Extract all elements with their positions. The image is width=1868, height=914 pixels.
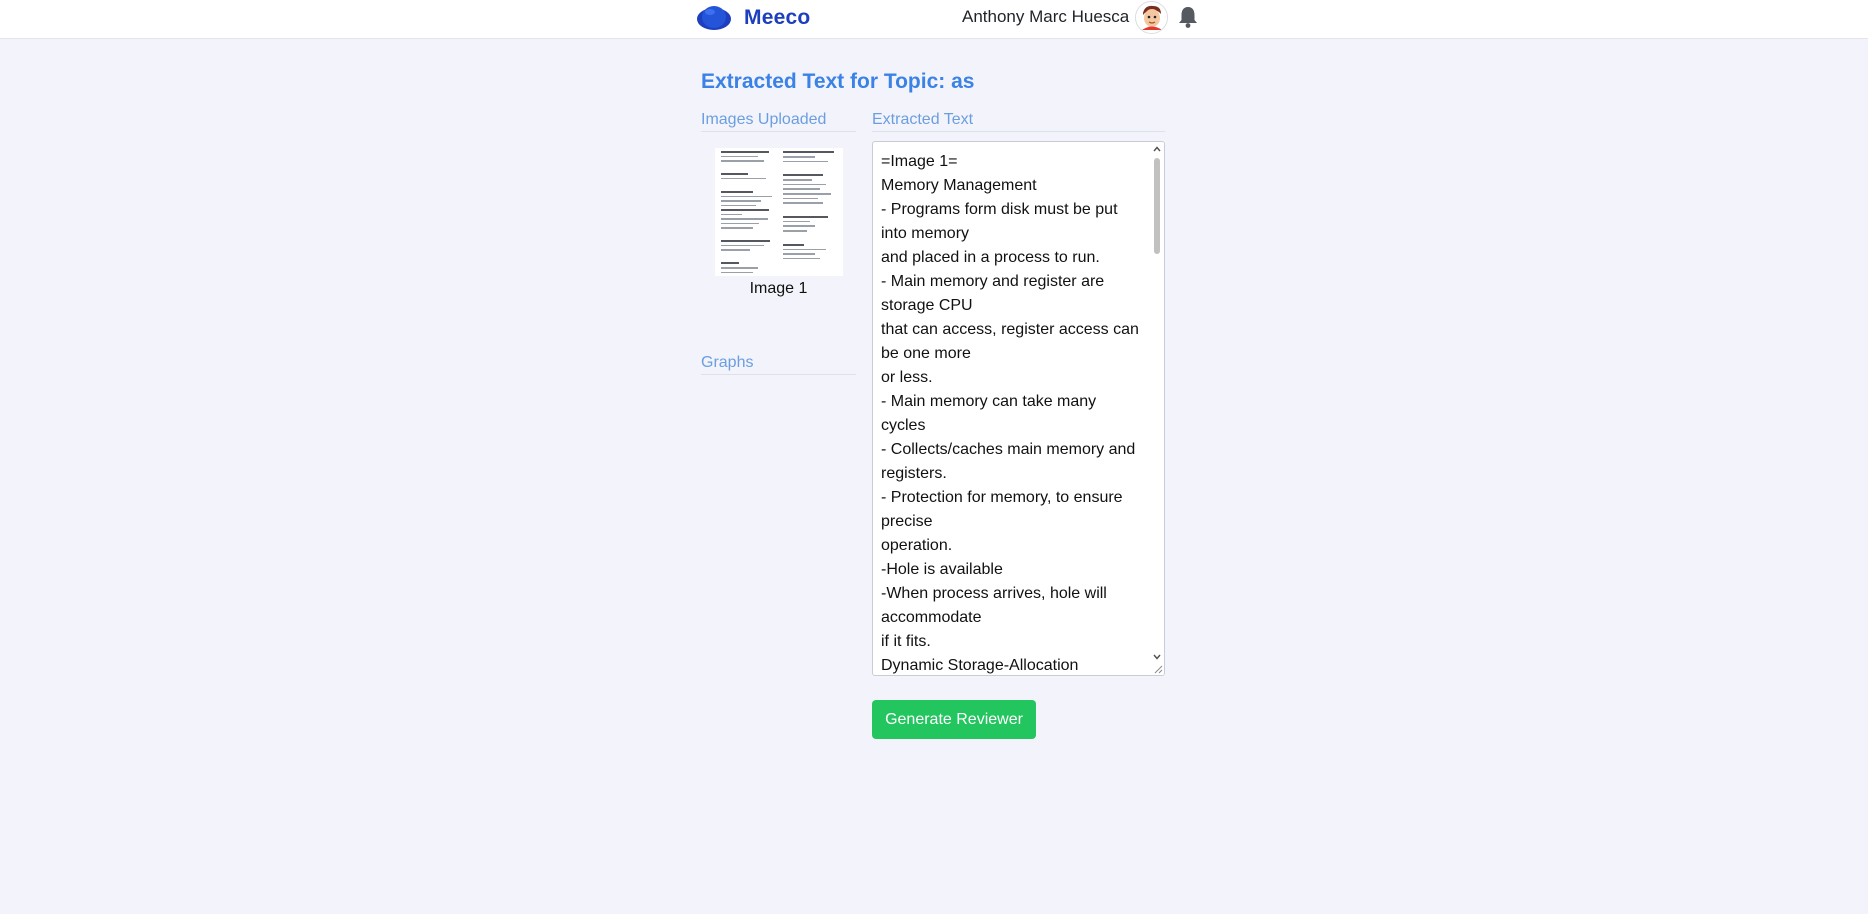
images-uploaded-heading: Images Uploaded bbox=[701, 110, 856, 132]
avatar[interactable] bbox=[1135, 0, 1169, 34]
scroll-thumb[interactable] bbox=[1154, 158, 1160, 254]
resize-grip-icon[interactable] bbox=[1151, 662, 1163, 674]
text-area-scrollbar[interactable] bbox=[1150, 142, 1164, 675]
page-title: Extracted Text for Topic: as bbox=[701, 70, 975, 93]
top-navbar: Meeco Anthony Marc Huesca bbox=[0, 0, 1868, 39]
extracted-text-heading: Extracted Text bbox=[872, 110, 1165, 132]
left-column: Images Uploaded Image 1 Graphs bbox=[701, 110, 856, 375]
image-thumbnail[interactable] bbox=[714, 148, 843, 276]
image-thumbnail-card[interactable]: Image 1 bbox=[701, 148, 856, 298]
user-menu: Anthony Marc Huesca bbox=[962, 0, 1199, 34]
brand-name: Meeco bbox=[744, 6, 811, 29]
image-caption: Image 1 bbox=[749, 280, 808, 297]
user-name[interactable]: Anthony Marc Huesca bbox=[962, 7, 1129, 27]
brand-logo[interactable]: Meeco bbox=[696, 0, 810, 36]
scroll-up-arrow-icon[interactable] bbox=[1153, 145, 1161, 153]
extracted-text-area[interactable]: =Image 1= Memory Management - Programs f… bbox=[872, 141, 1165, 676]
helmet-logo-icon bbox=[697, 6, 731, 30]
extracted-text-content[interactable]: =Image 1= Memory Management - Programs f… bbox=[881, 150, 1141, 675]
generate-reviewer-button[interactable]: Generate Reviewer bbox=[872, 700, 1036, 739]
right-column: Extracted Text =Image 1= Memory Manageme… bbox=[872, 110, 1165, 676]
scroll-down-arrow-icon[interactable] bbox=[1153, 653, 1161, 661]
bell-icon[interactable] bbox=[1177, 5, 1199, 29]
avatar-cartoon-icon bbox=[1141, 5, 1162, 30]
graphs-heading: Graphs bbox=[701, 353, 856, 375]
graphs-section: Graphs bbox=[701, 353, 856, 375]
